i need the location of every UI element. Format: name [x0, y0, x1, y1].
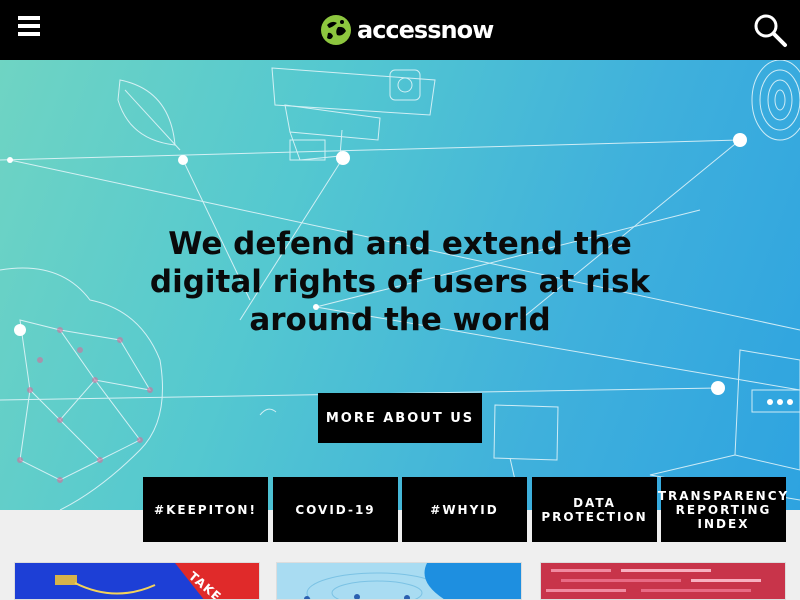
- tag-covid-19[interactable]: COVID-19: [273, 477, 398, 542]
- top-navigation-bar: accessnow: [0, 0, 800, 60]
- hamburger-menu-icon[interactable]: [18, 16, 40, 38]
- card-image: [541, 563, 785, 599]
- more-about-us-button[interactable]: MORE ABOUT US: [318, 393, 482, 443]
- hero-headline: We defend and extend the digital rights …: [149, 226, 651, 338]
- feature-card[interactable]: [276, 562, 522, 600]
- card-image: [277, 563, 521, 599]
- feature-cards: TAKE: [0, 562, 800, 600]
- tag-data-protection[interactable]: DATA PROTECTION: [532, 477, 657, 542]
- feature-card[interactable]: TAKE: [14, 562, 260, 600]
- search-icon[interactable]: [752, 12, 788, 48]
- brand-name: accessnow: [357, 16, 494, 44]
- tag-transparency-reporting-index[interactable]: TRANSPARENCY REPORTING INDEX: [658, 477, 787, 542]
- logo-globe-icon: [321, 15, 351, 45]
- tag-whyid[interactable]: #WHYID: [402, 477, 527, 542]
- accessnow-logo[interactable]: accessnow: [320, 12, 494, 48]
- topic-tags: #KEEPITON! COVID-19 #WHYID DATA PROTECTI…: [143, 477, 787, 542]
- tag-keepiton[interactable]: #KEEPITON!: [143, 477, 268, 542]
- feature-card[interactable]: [540, 562, 786, 600]
